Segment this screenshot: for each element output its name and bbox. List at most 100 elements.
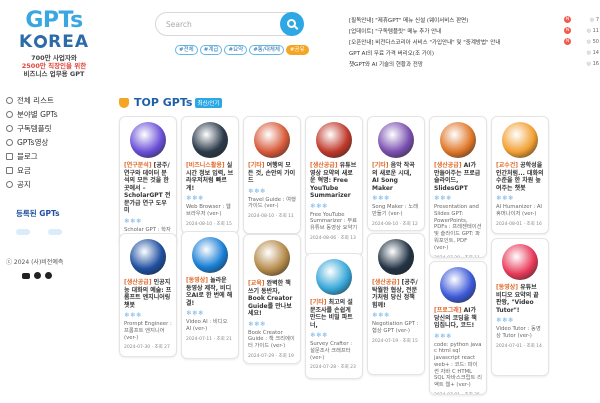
view-count: 7 <box>571 17 599 23</box>
registered-gpts-heading: 등록된 GPTs <box>16 209 60 218</box>
gpt-card-description: Song Maker : 노래 만들기 (ver-) <box>372 204 419 217</box>
gpt-card-description: Prompt Engineer : 프롬프트 엔지니어 (ver-) <box>124 321 172 341</box>
gpt-card-meta: 2024-07-01 · 조회 14 <box>496 343 542 349</box>
gpt-card[interactable]: [생산공급] 유튜브 영상 요약의 새로운 혁명: Free YouTube S… <box>305 116 363 256</box>
logo-text: GPTs <box>25 8 83 33</box>
tagline-line: 2500만 직장인을 위한 <box>21 62 87 70</box>
notice-item[interactable]: [필독안내] "제휴GPT" 메뉴 신설 (웨이서비스 판면) N7 <box>349 14 599 25</box>
notice-item[interactable]: [오픈안내] 비전다스코리아 서비스 "가입안내" 및 "중계방법" 안내 N50 <box>349 36 599 47</box>
gpt-card-category: [프로그래] <box>434 307 462 314</box>
gpt-card-category: [연구분석] <box>124 162 152 169</box>
gpt-thumbnail <box>378 122 414 158</box>
gpt-card[interactable]: [기타] 음악 작곡의 새로운 시대, AI Song Maker ❄❄❄ Song… <box>367 116 425 231</box>
gpt-card-category: [기타] <box>248 162 265 169</box>
new-badge: N <box>564 38 571 45</box>
gpt-card-description: Book Creator Guide : 책 크리에이터 가이드 (ver-) <box>248 329 295 350</box>
sidebar-item-label: 전체 리스트 <box>17 95 54 105</box>
globe-icon <box>6 110 13 118</box>
rating-icons: ❄❄❄ <box>496 316 514 324</box>
tag-chip-active[interactable]: #공유 <box>285 45 309 55</box>
globe-icon <box>6 138 13 146</box>
gpt-card[interactable]: [동영상] 놀라운 동영상 제작, 비디오AI로 한 번에 해결! ❄❄❄ Vide… <box>181 231 239 359</box>
gpt-card-meta: 2024-07-29 · 조회 19 <box>248 353 294 359</box>
tag-chip[interactable]: #계급 <box>199 45 223 55</box>
gpt-card[interactable]: [교육] 완벽한 책 쓰기 동반자, Book Creator Guide를 만… <box>243 234 301 364</box>
gpt-card-title: [생산공급] [공주/ 탁월한 협상, 전문가처럼 당신 정책 힘께! <box>372 279 420 309</box>
sidebar-item-blog[interactable]: 블로그 <box>6 149 106 163</box>
gpt-thumbnail <box>192 122 228 158</box>
gpt-card[interactable]: [기타] 여행의 모든 것, 손안의 가이드 ❄❄❄ Travel Guide : … <box>243 116 301 234</box>
search-input[interactable] <box>166 17 276 31</box>
gpt-card[interactable]: [생산공급] 인공지능 대화의 예술: 프롬프트 엔지니어링 챗봇 ❄❄❄ Prom… <box>119 233 177 357</box>
gpt-card[interactable]: [비즈니스활용] 실시간 정보 입력, 브라우저처럼 빠르게! ❄❄❄ Web Br… <box>181 116 239 234</box>
tagline-line: 비즈니스 업무용 GPT <box>23 70 85 78</box>
search-button[interactable] <box>280 12 304 36</box>
section-badge[interactable]: 최신/인기 <box>195 97 222 108</box>
gpt-card-title: [교수건] 공학성을 인간처럼... 대화의 수준을 한 차원 높여주는 챗봇 <box>496 162 544 192</box>
notice-title: [필독안내] "제휴GPT" 메뉴 신설 (웨이서비스 판면) <box>349 17 469 24</box>
gpt-card-description: Video AI : 비디오 AI (ver-) <box>186 319 228 332</box>
sidebar-item-list[interactable]: 전체 리스트 <box>6 93 106 107</box>
gpt-card[interactable]: [동영상] 유튜브 비디오 요약의 끝판왕, "Video Tutor"! ❄❄❄… <box>491 238 549 376</box>
gpt-card-meta: 2024-08-10 · 조회 12 <box>372 221 418 227</box>
logo-subtext: K REA <box>18 32 90 52</box>
sidebar-item-label: 구독템플릿 <box>17 123 52 133</box>
youtube-icon[interactable] <box>22 273 30 279</box>
new-badge: N <box>564 16 571 23</box>
gpt-thumbnail <box>440 267 476 303</box>
gpt-card-category: [동영상] <box>496 284 519 291</box>
top-gpts-header: TOP GPTs 최신/인기 <box>119 96 222 109</box>
share-icon[interactable] <box>45 272 52 279</box>
gpt-card-meta: 2024-07-29 · 조회 11 <box>434 255 482 257</box>
tag-filter: #전체 #계급 #요약 #통/대체체 #공유 <box>175 45 309 55</box>
sidebar-nav: 전체 리스트 분야별 GPTs 구독템플릿 GPTs영상 블로그 요금 공지 <box>6 93 106 191</box>
gpt-card-title: [생산공급] 유튜브 영상 요약의 새로운 혁명: Free YouTube S… <box>310 162 358 200</box>
tagline: 700만 사업자와 2500만 직장인을 위한 비즈니스 업무용 GPT <box>4 54 104 78</box>
view-count: 16 <box>571 61 599 67</box>
gpt-card[interactable]: [기타] 최고의 설문조사를 손쉽게 만드는 비밀 파트너, ❄❄❄ Survey … <box>305 253 363 379</box>
rating-icons: ❄❄❄ <box>310 331 328 339</box>
gpt-card-category: [생산공급] <box>372 279 400 286</box>
gpt-card-meta: 2024-08-01 · 조회 16 <box>496 221 542 227</box>
gpt-card[interactable]: [교수건] 공학성을 인간처럼... 대화의 수준을 한 차원 높여주는 챗봇 ❄… <box>491 116 549 234</box>
notice-item[interactable]: [업데이트] "구독템플릿" 메뉴 추가 안내 N11 <box>349 25 599 36</box>
notice-item[interactable]: GPT AI의 무료 가격 버리오(조 가이) 14 <box>349 47 599 58</box>
gpt-card-category: [기타] <box>372 162 389 169</box>
gpt-card-meta: 2024-07-11 · 조회 21 <box>186 336 232 342</box>
rating-icons: ❄❄❄ <box>248 319 266 328</box>
blog-icon[interactable] <box>34 272 41 279</box>
gpt-card-meta: 2024-07-30 · 조회 27 <box>124 345 170 351</box>
gpt-card[interactable]: [생산공급] AI가 만들어주는 프로급 슬라이드, SlidesGPT ❄❄❄ P… <box>429 116 487 258</box>
sidebar-item-templates[interactable]: 구독템플릿 <box>6 121 106 135</box>
gpt-card-category: [생산공급] <box>310 162 338 169</box>
gpt-thumbnail <box>502 122 538 158</box>
gpt-card-description: Survey Crafter : 설문조사 크래프터 (ver-) <box>310 341 352 361</box>
gpt-card[interactable]: [생산공급] [공주/ 탁월한 협상, 전문가처럼 당신 정책 힘께! ❄❄❄ Ne… <box>367 233 425 375</box>
tag-chip[interactable]: #전체 <box>175 45 198 55</box>
globe-icon <box>6 96 13 104</box>
gpt-card-category: [동영상] <box>186 277 209 284</box>
sidebar-item-pricing[interactable]: 요금 <box>6 163 106 177</box>
notice-item[interactable]: 챗GPT와 AI 기술의 현황과 전망 16 <box>349 58 599 69</box>
sidebar: GPTs K REA 700만 사업자와 2500만 직장인을 위한 비즈니스 업… <box>0 0 110 403</box>
gpt-card-title: [프로그래] AI가 당신의 코딩을 책임집니다, 코드! <box>434 307 482 330</box>
gpt-thumbnail <box>254 240 290 276</box>
sidebar-item-label: 공지 <box>17 179 31 189</box>
gpt-card-title: [동영상] 놀라운 동영상 제작, 비디오AI로 한 번에 해결! <box>186 277 234 307</box>
tag-chip[interactable]: #요약 <box>224 45 248 55</box>
gpt-card-title: [기타] 여행의 모든 것, 손안의 가이드 <box>248 162 296 185</box>
gpt-card[interactable]: [연구분석] [공주/ 연구와 데이터 분석의 모든 것을 한 곳에서 – Sc… <box>119 116 177 249</box>
gpt-card-title: [동영상] 유튜브 비디오 요약의 끝판왕, "Video Tutor"! <box>496 284 544 314</box>
rating-icons: ❄❄❄ <box>310 201 328 210</box>
sidebar-item-categories[interactable]: 분야별 GPTs <box>6 107 106 121</box>
sidebar-item-videos[interactable]: GPTs영상 <box>6 135 106 149</box>
social-links <box>22 272 52 279</box>
tag-chip[interactable]: #통/대체체 <box>249 45 284 55</box>
gpt-card-description: Negotiation GPT : 협상 GPT (ver-) <box>372 321 419 334</box>
view-count: 50 <box>571 39 599 45</box>
sidebar-item-notice[interactable]: 공지 <box>6 177 106 191</box>
gpt-card-category: [기타] <box>310 299 327 306</box>
gpt-card[interactable]: [프로그래] AI가 당신의 코딩을 책임집니다, 코드! ❄❄❄ code: py… <box>429 261 487 395</box>
gpt-card-meta: 2024-07-01 · 조회 25 <box>434 392 482 394</box>
notice-title: 챗GPT와 AI 기술의 현황과 전망 <box>349 61 423 68</box>
